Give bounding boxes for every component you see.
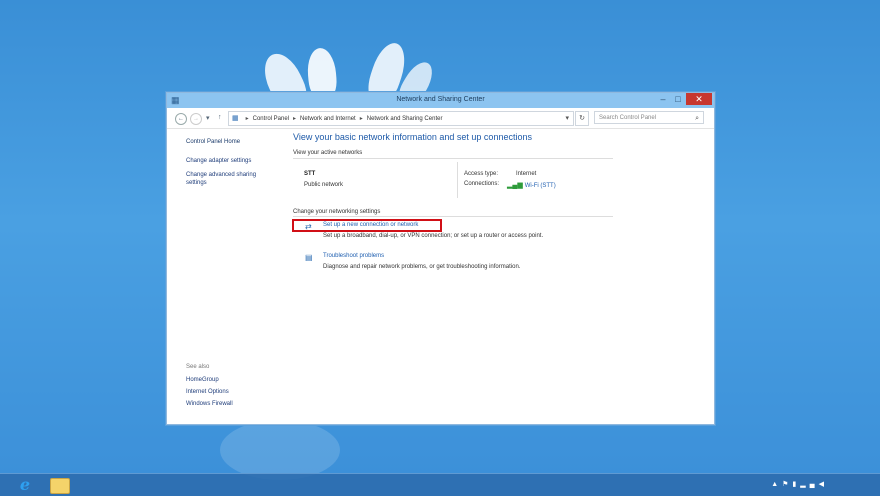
see-also-label: See also xyxy=(186,364,210,370)
active-networks-label: View your active networks xyxy=(293,150,363,156)
search-placeholder: Search Control Panel xyxy=(599,115,657,121)
divider xyxy=(293,158,613,159)
maximize-button[interactable]: □ xyxy=(671,93,685,105)
control-panel-home-link[interactable]: Control Panel Home xyxy=(186,139,240,145)
search-icon[interactable]: ⌕ xyxy=(695,112,699,125)
network-category-link[interactable]: Public network xyxy=(304,182,343,188)
network-sharing-center-window: ▦ Network and Sharing Center – □ ✕ ← → ▾… xyxy=(166,92,715,425)
connections-label: Connections: xyxy=(464,181,500,187)
window-title: Network and Sharing Center xyxy=(396,96,485,103)
wifi-connection-label[interactable]: Wi-Fi (STT) xyxy=(525,183,556,189)
wifi-tray-icon[interactable]: ▂▄ xyxy=(800,481,818,488)
wallpaper-stem xyxy=(220,420,340,480)
minimize-button[interactable]: – xyxy=(656,93,670,105)
search-input[interactable]: Search Control Panel ⌕ xyxy=(594,111,704,124)
up-arrow-icon[interactable]: ↑ xyxy=(218,114,222,121)
change-advanced-sharing-link[interactable]: Change advanced sharing settings xyxy=(186,171,276,187)
change-adapter-settings-link[interactable]: Change adapter settings xyxy=(186,158,251,164)
volume-icon[interactable]: ◀ xyxy=(819,481,828,488)
back-arrow-icon[interactable]: ← xyxy=(175,113,187,125)
breadcrumb-network-internet[interactable]: Network and Internet xyxy=(300,116,356,122)
access-type-label: Access type: xyxy=(464,171,499,177)
internet-explorer-icon[interactable]: e xyxy=(14,475,36,495)
breadcrumb-separator-icon: ▸ xyxy=(359,116,363,122)
homegroup-link[interactable]: HomeGroup xyxy=(186,377,219,383)
change-settings-label: Change your networking settings xyxy=(293,209,381,215)
address-dropdown-icon[interactable]: ▾ xyxy=(565,112,569,125)
tray-chevron-icon[interactable]: ▲ xyxy=(771,481,782,488)
file-explorer-icon[interactable] xyxy=(50,478,70,494)
main-content: View your basic network information and … xyxy=(292,129,714,424)
wifi-connection-link[interactable]: ▂▄▆ Wi-Fi (STT) xyxy=(507,181,556,189)
troubleshoot-description: Diagnose and repair network problems, or… xyxy=(323,264,521,270)
troubleshoot-icon: ▤ xyxy=(305,253,313,262)
breadcrumb-network-sharing-center[interactable]: Network and Sharing Center xyxy=(367,116,443,122)
divider xyxy=(293,216,613,217)
address-bar: ← → ▾ ↑ ▦ ▸ Control Panel ▸ Network and Inte… xyxy=(167,108,714,129)
breadcrumb-separator-icon: ▸ xyxy=(245,116,249,122)
page-title: View your basic network information and … xyxy=(293,132,532,142)
breadcrumb-control-panel[interactable]: Control Panel xyxy=(253,116,289,122)
system-tray[interactable]: ▲⚑▮▂▄◀ xyxy=(771,480,828,488)
divider xyxy=(457,162,458,198)
left-navigation-pane: Control Panel Home Change adapter settin… xyxy=(167,129,285,424)
windows-firewall-link[interactable]: Windows Firewall xyxy=(186,401,233,407)
flag-icon[interactable]: ⚑ xyxy=(782,481,792,488)
internet-options-link[interactable]: Internet Options xyxy=(186,389,229,395)
taskbar: e ▲⚑▮▂▄◀ xyxy=(0,473,880,496)
recent-locations-chevron-icon[interactable]: ▾ xyxy=(206,114,210,122)
network-name: STT xyxy=(304,171,316,177)
title-bar[interactable]: ▦ Network and Sharing Center – □ ✕ xyxy=(167,93,714,108)
control-panel-icon: ▦ xyxy=(232,115,239,122)
access-type-value: Internet xyxy=(516,171,537,177)
wifi-signal-icon: ▂▄▆ xyxy=(507,182,523,189)
setup-new-connection-description: Set up a broadband, dial-up, or VPN conn… xyxy=(323,233,544,239)
setup-new-connection-link[interactable]: Set up a new connection or network xyxy=(323,222,418,228)
refresh-icon[interactable]: ↻ xyxy=(575,111,589,126)
new-connection-icon: ⇄ xyxy=(305,222,312,231)
troubleshoot-problems-link[interactable]: Troubleshoot problems xyxy=(323,253,384,259)
breadcrumb-separator-icon: ▸ xyxy=(293,116,297,122)
breadcrumb[interactable]: ▦ ▸ Control Panel ▸ Network and Internet ▸ Net… xyxy=(228,111,574,126)
forward-arrow-icon[interactable]: → xyxy=(190,113,202,125)
close-button[interactable]: ✕ xyxy=(686,93,712,105)
